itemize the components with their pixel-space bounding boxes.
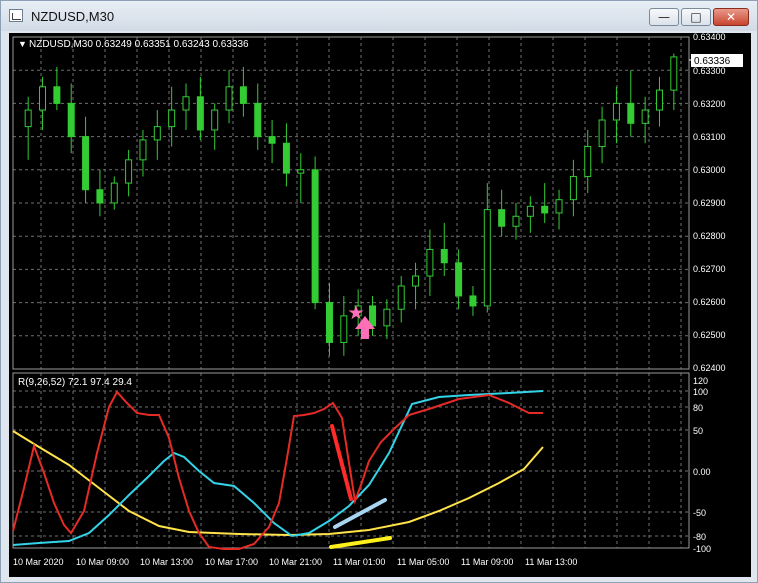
bear-candle xyxy=(455,262,463,297)
close-button[interactable]: ✕ xyxy=(713,8,749,26)
bull-candle xyxy=(225,86,233,111)
bear-candle xyxy=(67,102,75,138)
bear-candle xyxy=(541,205,549,214)
time-tick: 11 Mar 05:00 xyxy=(397,557,449,567)
bull-candle xyxy=(125,159,133,184)
indicator-tick: -100 xyxy=(693,544,711,554)
indicator-tick: -80 xyxy=(693,532,706,542)
bear-candle xyxy=(196,96,204,131)
annotation-blue-stroke xyxy=(333,498,387,529)
time-tick: 10 Mar 2020 xyxy=(13,557,64,567)
bull-candle xyxy=(641,109,649,124)
indicator-tick: -50 xyxy=(693,508,706,518)
annotation-yellow-stroke xyxy=(329,536,392,549)
chart-header: NZDUSD,M30 0.63249 0.63351 0.63243 0.633… xyxy=(29,39,249,50)
bull-candle xyxy=(512,215,520,227)
time-tick: 10 Mar 09:00 xyxy=(76,557,129,567)
price-tick: 0.62600 xyxy=(693,297,726,307)
price-chart[interactable]: ▼ NZDUSD,M30 0.63249 0.63351 0.63243 0.6… xyxy=(9,32,751,577)
chart-area[interactable]: ▼ NZDUSD,M30 0.63249 0.63351 0.63243 0.6… xyxy=(9,32,751,577)
candlestick-series xyxy=(24,53,678,356)
bull-candle xyxy=(383,308,391,327)
indicator-label: R(9,26,52) 72.1 97.4 29.4 xyxy=(18,377,132,388)
bear-candle xyxy=(311,169,319,304)
price-tick: 0.62400 xyxy=(693,363,726,373)
bull-candle xyxy=(139,139,147,161)
bull-candle xyxy=(598,119,606,148)
indicator-axis: 120 100 80 50 0.00 -50 -80 -100 xyxy=(693,376,711,554)
price-tick: 0.62700 xyxy=(693,264,726,274)
maximize-button[interactable]: □ xyxy=(681,8,711,26)
bear-candle xyxy=(96,189,104,204)
bull-candle xyxy=(555,199,563,214)
indicator-tick: 0.00 xyxy=(693,467,711,477)
bear-candle xyxy=(369,305,377,327)
time-tick: 11 Mar 01:00 xyxy=(333,557,385,567)
bull-candle xyxy=(526,205,534,217)
indicator-line-cyan xyxy=(12,390,544,546)
bear-candle xyxy=(325,302,333,343)
price-tick: 0.63300 xyxy=(693,66,726,76)
bull-candle xyxy=(182,96,190,111)
chart-window: NZDUSD,M30 — □ ✕ ▼ NZDUSD,M30 0.63249 0.… xyxy=(0,0,758,583)
bear-candle xyxy=(239,86,247,104)
price-tick: 0.63400 xyxy=(693,33,726,42)
price-tick: 0.63200 xyxy=(693,99,726,109)
bull-candle xyxy=(340,315,348,343)
bull-candle xyxy=(426,248,434,277)
bear-candle xyxy=(440,248,448,264)
bear-candle xyxy=(627,102,635,124)
bull-candle xyxy=(39,86,47,111)
bear-candle xyxy=(53,86,61,104)
time-tick: 10 Mar 21:00 xyxy=(269,557,322,567)
bear-candle xyxy=(282,142,290,174)
bear-candle xyxy=(254,102,262,138)
time-axis: 10 Mar 2020 10 Mar 09:00 10 Mar 13:00 10… xyxy=(13,557,577,567)
bull-candle xyxy=(584,146,592,177)
indicator-tick: 50 xyxy=(693,426,703,436)
minimize-button[interactable]: — xyxy=(649,8,679,26)
bear-candle xyxy=(82,136,90,191)
window-title: NZDUSD,M30 xyxy=(31,9,115,24)
time-tick: 10 Mar 17:00 xyxy=(205,557,258,567)
bear-candle xyxy=(469,295,477,307)
title-bar[interactable]: NZDUSD,M30 — □ ✕ xyxy=(1,1,757,31)
bull-candle xyxy=(24,109,32,128)
indicator-line-yellow xyxy=(12,430,544,537)
bear-candle xyxy=(498,209,506,227)
time-tick: 11 Mar 13:00 xyxy=(525,557,577,567)
bull-candle xyxy=(168,109,176,128)
price-tick: 0.63100 xyxy=(693,132,726,142)
time-tick: 11 Mar 09:00 xyxy=(461,557,513,567)
chart-window-icon xyxy=(9,9,23,22)
bull-candle xyxy=(412,275,420,287)
indicator-tick: 80 xyxy=(693,403,703,413)
price-tick: 0.63000 xyxy=(693,165,726,175)
price-axis: 0.63400 0.63300 0.63200 0.63100 0.63000 … xyxy=(693,32,726,373)
bull-candle xyxy=(153,126,161,141)
bull-candle xyxy=(110,182,118,204)
time-tick: 10 Mar 13:00 xyxy=(140,557,193,567)
bull-candle xyxy=(211,109,219,131)
price-tick: 0.62500 xyxy=(693,330,726,340)
bull-candle xyxy=(397,285,405,310)
bull-candle xyxy=(655,89,663,111)
indicator-tick: 100 xyxy=(693,387,708,397)
price-tick: 0.62800 xyxy=(693,231,726,241)
indicator-panel-border xyxy=(12,372,690,549)
bull-candle xyxy=(297,169,305,174)
bull-candle xyxy=(612,102,620,121)
bull-candle xyxy=(483,209,491,307)
bear-candle xyxy=(268,136,276,144)
bull-candle xyxy=(569,175,577,201)
chart-menu-arrow[interactable]: ▼ xyxy=(18,39,27,49)
price-tick: 0.62900 xyxy=(693,198,726,208)
indicator-tick: 120 xyxy=(693,376,708,386)
bull-candle xyxy=(670,56,678,91)
